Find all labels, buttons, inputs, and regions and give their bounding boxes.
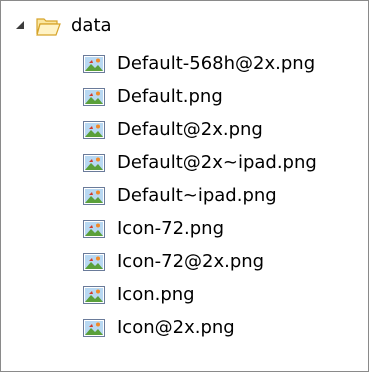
file-label: Default.png xyxy=(117,85,223,107)
file-label: Default@2x.png xyxy=(117,118,263,140)
tree-file-item[interactable]: Default.png xyxy=(1,80,317,113)
folder-children-list: Default-568h@2x.png Default.png Default@2x… xyxy=(1,47,317,344)
tree-file-item[interactable]: Default~ipad.png xyxy=(1,179,317,212)
tree-file-item[interactable]: Default@2x~ipad.png xyxy=(1,146,317,179)
folder-open-icon xyxy=(36,18,61,36)
image-file-icon xyxy=(83,54,105,73)
image-file-icon xyxy=(83,120,105,139)
file-label: Icon-72.png xyxy=(117,217,225,239)
file-label: Icon@2x.png xyxy=(117,316,235,338)
tree-folder-data[interactable]: data xyxy=(1,11,112,41)
image-file-icon xyxy=(83,285,105,304)
folder-label: data xyxy=(71,15,112,36)
image-file-icon xyxy=(83,219,105,238)
tree-file-item[interactable]: Icon-72.png xyxy=(1,212,317,245)
tree-file-item[interactable]: Icon.png xyxy=(1,278,317,311)
image-file-icon xyxy=(83,252,105,271)
file-label: Default~ipad.png xyxy=(117,184,277,206)
project-tree-panel: data Default-568h@2x.png Default.png Defau… xyxy=(0,0,369,372)
tree-file-item[interactable]: Default-568h@2x.png xyxy=(1,47,317,80)
image-file-icon xyxy=(83,153,105,172)
expanded-triangle-icon[interactable] xyxy=(13,18,29,34)
tree-file-item[interactable]: Icon@2x.png xyxy=(1,311,317,344)
image-file-icon xyxy=(83,87,105,106)
tree-file-item[interactable]: Icon-72@2x.png xyxy=(1,245,317,278)
tree-file-item[interactable]: Default@2x.png xyxy=(1,113,317,146)
image-file-icon xyxy=(83,186,105,205)
file-label: Icon-72@2x.png xyxy=(117,250,265,272)
file-label: Icon.png xyxy=(117,283,195,305)
file-label: Default-568h@2x.png xyxy=(117,52,316,74)
image-file-icon xyxy=(83,318,105,337)
file-label: Default@2x~ipad.png xyxy=(117,151,317,173)
